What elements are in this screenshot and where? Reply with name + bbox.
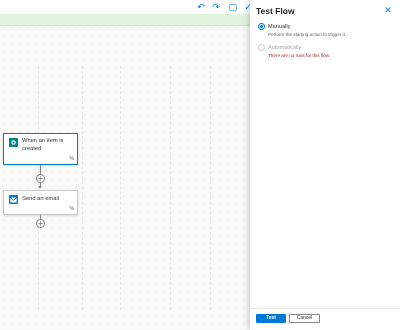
redo-icon[interactable]: ↷ [211, 2, 221, 12]
trigger-card-title: When an item is created [22, 138, 64, 152]
trigger-card[interactable]: When an item is created % [3, 133, 78, 165]
cancel-button[interactable]: Cancel [289, 314, 320, 323]
test-flow-panel: Test Flow ✕ Manually Perform the startin… [250, 0, 400, 330]
panel-title: Test Flow [256, 6, 295, 16]
no-runs-error: There are no runs for this flow. [268, 53, 331, 58]
link-icon: % [69, 156, 74, 162]
test-button[interactable]: Test [256, 314, 286, 323]
automatic-label[interactable]: Automatically [268, 45, 301, 51]
automatic-radio[interactable] [258, 44, 265, 51]
manual-label[interactable]: Manually [268, 24, 290, 30]
action-card-title: Send an email [22, 196, 60, 202]
mail-icon [9, 195, 18, 204]
link-icon: % [69, 206, 74, 212]
close-icon[interactable]: ✕ [383, 5, 393, 15]
arrow-down-icon [38, 186, 42, 189]
comment-icon[interactable]: ▢ [228, 2, 238, 12]
flow-designer-canvas: ↶ ↷ ▢ ✓ When an item is created % + Send… [0, 0, 252, 330]
designer-toolbar: ↶ ↷ ▢ ✓ [0, 0, 252, 14]
connector-line [40, 165, 41, 174]
success-banner [0, 14, 250, 26]
manual-description: Perform the starting action to trigger i… [268, 32, 347, 37]
sharepoint-icon [9, 138, 18, 147]
add-step-button[interactable]: + [36, 219, 45, 228]
panel-footer-divider [250, 308, 400, 309]
manual-radio[interactable] [258, 23, 265, 30]
insert-step-button[interactable]: + [36, 174, 45, 183]
undo-icon[interactable]: ↶ [196, 2, 206, 12]
action-card[interactable]: Send an email % [3, 190, 78, 215]
